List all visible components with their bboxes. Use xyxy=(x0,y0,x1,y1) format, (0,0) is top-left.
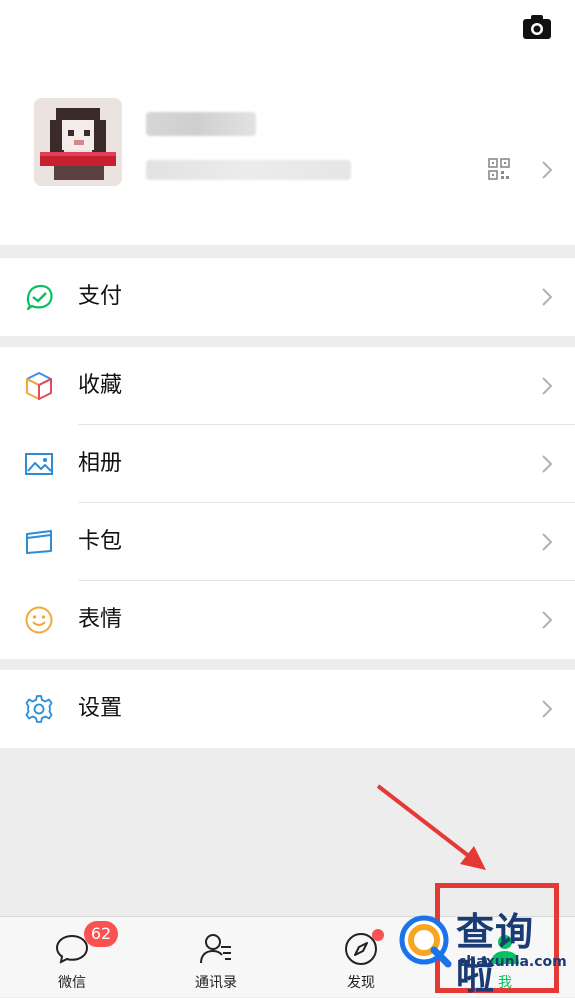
menu-item-pay-label: 支付 xyxy=(78,284,123,309)
chevron-right-icon xyxy=(542,288,553,306)
unread-badge: 62 xyxy=(84,921,118,947)
watermark-logo: 查询啦 chaxunla.com xyxy=(398,908,570,998)
menu-item-stickers-label: 表情 xyxy=(78,607,123,632)
profile-name xyxy=(146,112,256,136)
gear-icon xyxy=(25,695,53,723)
qr-code-icon[interactable] xyxy=(488,158,510,180)
pay-section: 支付 xyxy=(0,258,575,336)
wallet-check-icon xyxy=(26,284,53,311)
menu-item-favorites[interactable]: 收藏 xyxy=(0,347,575,425)
camera-icon[interactable] xyxy=(522,14,552,40)
tab-discover-label: 发现 xyxy=(347,975,375,991)
menu-item-album[interactable]: 相册 xyxy=(0,425,575,503)
services-section: 收藏 相册 卡包 表情 xyxy=(0,347,575,659)
tab-chats-label: 微信 xyxy=(58,975,86,991)
menu-item-pay[interactable]: 支付 xyxy=(0,258,575,336)
menu-item-favorites-label: 收藏 xyxy=(78,373,123,398)
chevron-right-icon xyxy=(542,533,553,551)
chevron-right-icon xyxy=(542,700,553,718)
magnifier-logo-icon xyxy=(399,915,452,968)
cube-icon xyxy=(26,372,52,400)
tab-discover[interactable]: 发现 xyxy=(311,917,411,997)
chevron-right-icon xyxy=(542,161,553,179)
chevron-right-icon xyxy=(542,611,553,629)
profile-header[interactable] xyxy=(0,0,575,245)
card-icon xyxy=(26,530,52,554)
tab-contacts-label: 通讯录 xyxy=(195,975,237,991)
settings-section: 设置 xyxy=(0,670,575,748)
menu-item-cards[interactable]: 卡包 xyxy=(0,503,575,581)
image-icon xyxy=(25,453,53,475)
chevron-right-icon xyxy=(542,377,553,395)
menu-item-settings[interactable]: 设置 xyxy=(0,670,575,748)
annotation-arrow xyxy=(376,784,486,870)
menu-item-cards-label: 卡包 xyxy=(78,529,123,554)
tab-chats[interactable]: 62 微信 xyxy=(22,917,122,997)
menu-item-stickers[interactable]: 表情 xyxy=(0,581,575,659)
smiley-icon xyxy=(25,606,53,634)
avatar[interactable] xyxy=(34,98,122,186)
tab-contacts[interactable]: 通讯录 xyxy=(166,917,266,997)
menu-item-settings-label: 设置 xyxy=(78,696,123,721)
new-content-dot xyxy=(372,929,384,941)
chevron-right-icon xyxy=(542,455,553,473)
profile-wechat-id xyxy=(146,160,351,180)
watermark-url: chaxunla.com xyxy=(458,954,567,970)
menu-item-album-label: 相册 xyxy=(78,451,123,476)
contacts-icon xyxy=(200,934,231,964)
